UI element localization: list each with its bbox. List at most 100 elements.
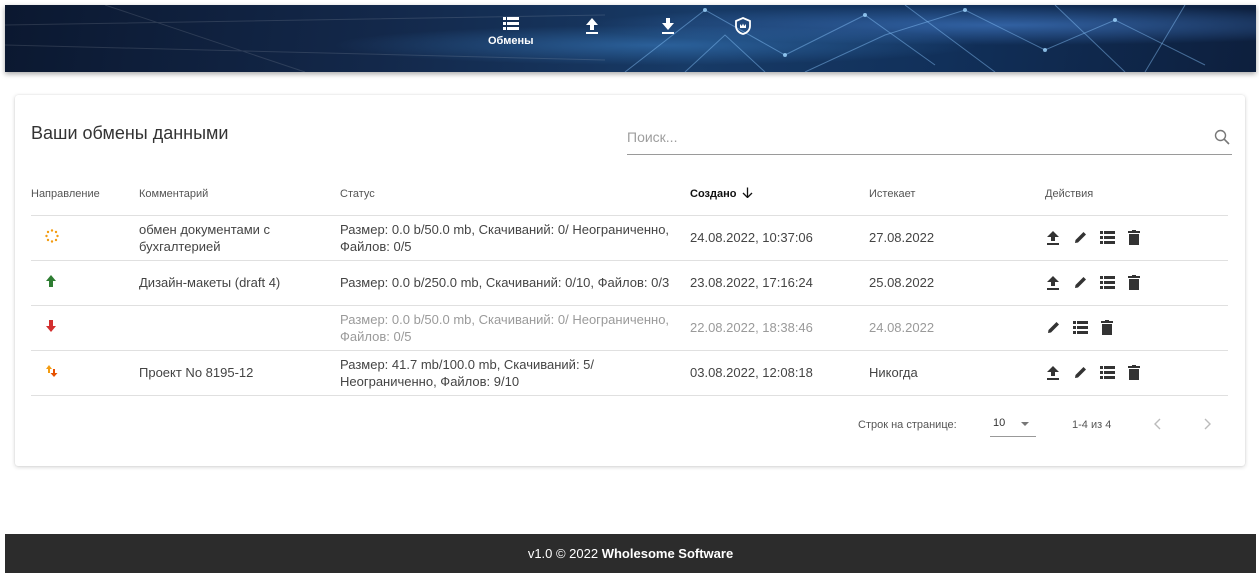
- created-cell: 23.08.2022, 17:16:24: [690, 260, 869, 306]
- pagination-range: 1-4 из 4: [1072, 419, 1112, 431]
- expires-cell: 24.08.2022: [869, 305, 1045, 351]
- bidirectional-arrows-icon: [46, 364, 58, 377]
- comment-cell: обмен документами с бухгалтерией: [139, 215, 340, 261]
- table-header-row: Направление Комментарий Статус Создано И…: [31, 173, 1228, 216]
- actions-cell: [1045, 215, 1228, 261]
- header-actions: Действия: [1045, 173, 1228, 216]
- status-cell: Размер: 41.7 mb/100.0 mb, Скачиваний: 5/…: [340, 350, 690, 396]
- created-cell: 03.08.2022, 12:08:18: [690, 350, 869, 396]
- chevron-left-icon: [1154, 418, 1161, 430]
- edit-button[interactable]: [1072, 230, 1088, 246]
- table-row: обмен документами с бухгалтерией Размер:…: [31, 215, 1228, 261]
- rows-per-page-label: Строк на странице:: [858, 419, 957, 431]
- search-icon[interactable]: [1214, 129, 1230, 145]
- direction-cell: [31, 260, 139, 306]
- comment-cell: [139, 305, 340, 351]
- delete-button[interactable]: [1126, 230, 1142, 246]
- status-cell: Размер: 0.0 b/250.0 mb, Скачиваний: 0/10…: [340, 260, 690, 306]
- list-icon: [502, 17, 519, 30]
- main-nav: Обмены: [5, 5, 1256, 72]
- files-list-button[interactable]: [1099, 275, 1115, 291]
- upload-files-button[interactable]: [1045, 230, 1061, 246]
- delete-button[interactable]: [1126, 275, 1142, 291]
- nav-admin[interactable]: [735, 17, 751, 35]
- dropdown-arrow-icon: [1021, 422, 1029, 426]
- pencil-icon: [1047, 322, 1059, 333]
- download-icon: [662, 18, 674, 34]
- footer-copyright: v1.0 © 2022: [527, 546, 602, 561]
- search-input[interactable]: [627, 129, 1187, 145]
- header-created[interactable]: Создано: [690, 173, 869, 216]
- files-list-button[interactable]: [1099, 365, 1115, 381]
- exchanges-card: Ваши обмены данными Направление Коммента…: [15, 95, 1245, 466]
- direction-cell: [31, 215, 139, 261]
- list-icon: [1099, 276, 1115, 289]
- list-icon: [1099, 366, 1115, 379]
- upload-icon: [1047, 365, 1059, 380]
- comment-cell: Проект No 8195-12: [139, 350, 340, 396]
- upload-icon: [1047, 275, 1059, 290]
- status-cell: Размер: 0.0 b/50.0 mb, Скачиваний: 0/ Не…: [340, 305, 690, 351]
- comment-cell: Дизайн-макеты (draft 4): [139, 260, 340, 306]
- sort-arrow-down-icon: [742, 187, 752, 199]
- pencil-icon: [1074, 367, 1086, 378]
- edit-button[interactable]: [1072, 365, 1088, 381]
- table-row: Дизайн-макеты (draft 4) Размер: 0.0 b/25…: [31, 260, 1228, 306]
- rows-per-page-value: 10: [993, 417, 1006, 429]
- delete-button[interactable]: [1126, 365, 1142, 381]
- table-pagination: Строк на странице: 10 1-4 из 4: [15, 407, 1245, 437]
- trash-icon: [1128, 365, 1140, 380]
- footer: v1.0 © 2022 Wholesome Software: [5, 534, 1256, 573]
- admin-shield-icon: [735, 17, 751, 35]
- upload-icon: [1047, 230, 1059, 245]
- pencil-icon: [1074, 277, 1086, 288]
- exchanges-table: Направление Комментарий Статус Создано И…: [31, 173, 1228, 396]
- nav-exchanges-label: Обмены: [488, 35, 534, 47]
- expires-cell: Никогда: [869, 350, 1045, 396]
- created-cell: 24.08.2022, 10:37:06: [690, 215, 869, 261]
- upload-files-button[interactable]: [1045, 275, 1061, 291]
- list-icon: [1099, 231, 1115, 244]
- upload-icon: [586, 18, 598, 34]
- files-list-button[interactable]: [1099, 230, 1115, 246]
- actions-cell: [1045, 305, 1228, 351]
- download-arrow-icon: [46, 319, 56, 332]
- files-list-button[interactable]: [1072, 320, 1088, 336]
- expires-cell: 25.08.2022: [869, 260, 1045, 306]
- footer-brand: Wholesome Software: [601, 546, 734, 561]
- nav-download[interactable]: [661, 17, 675, 35]
- delete-button[interactable]: [1099, 320, 1115, 336]
- header-status[interactable]: Статус: [340, 173, 690, 216]
- trash-icon: [1128, 275, 1140, 290]
- header-comment[interactable]: Комментарий: [139, 173, 340, 216]
- table-row: Размер: 0.0 b/50.0 mb, Скачиваний: 0/ Не…: [31, 305, 1228, 351]
- nav-exchanges[interactable]: Обмены: [488, 17, 534, 47]
- header-expires[interactable]: Истекает: [869, 173, 1045, 216]
- header-created-label: Создано: [690, 188, 737, 201]
- list-icon: [1072, 321, 1088, 334]
- search-field: [627, 129, 1232, 155]
- created-cell: 22.08.2022, 18:38:46: [690, 305, 869, 351]
- trash-icon: [1101, 320, 1113, 335]
- pencil-icon: [1074, 232, 1086, 243]
- actions-cell: [1045, 260, 1228, 306]
- top-navigation-bar: Обмены: [5, 5, 1256, 72]
- upload-files-button[interactable]: [1045, 365, 1061, 381]
- next-page-button[interactable]: [1204, 417, 1212, 433]
- actions-cell: [1045, 350, 1228, 396]
- expires-cell: 27.08.2022: [869, 215, 1045, 261]
- pending-spinner-icon: [45, 228, 59, 243]
- direction-cell: [31, 305, 139, 351]
- direction-cell: [31, 350, 139, 396]
- upload-arrow-icon: [46, 274, 56, 287]
- edit-button[interactable]: [1045, 320, 1061, 336]
- edit-button[interactable]: [1072, 275, 1088, 291]
- previous-page-button[interactable]: [1153, 417, 1161, 433]
- status-cell: Размер: 0.0 b/50.0 mb, Скачиваний: 0/ Не…: [340, 215, 690, 261]
- header-direction[interactable]: Направление: [31, 173, 139, 216]
- nav-upload[interactable]: [585, 17, 599, 35]
- table-row: Проект No 8195-12 Размер: 41.7 mb/100.0 …: [31, 350, 1228, 396]
- page-title: Ваши обмены данными: [31, 123, 229, 143]
- chevron-right-icon: [1204, 418, 1211, 430]
- rows-per-page-select[interactable]: 10: [990, 417, 1036, 437]
